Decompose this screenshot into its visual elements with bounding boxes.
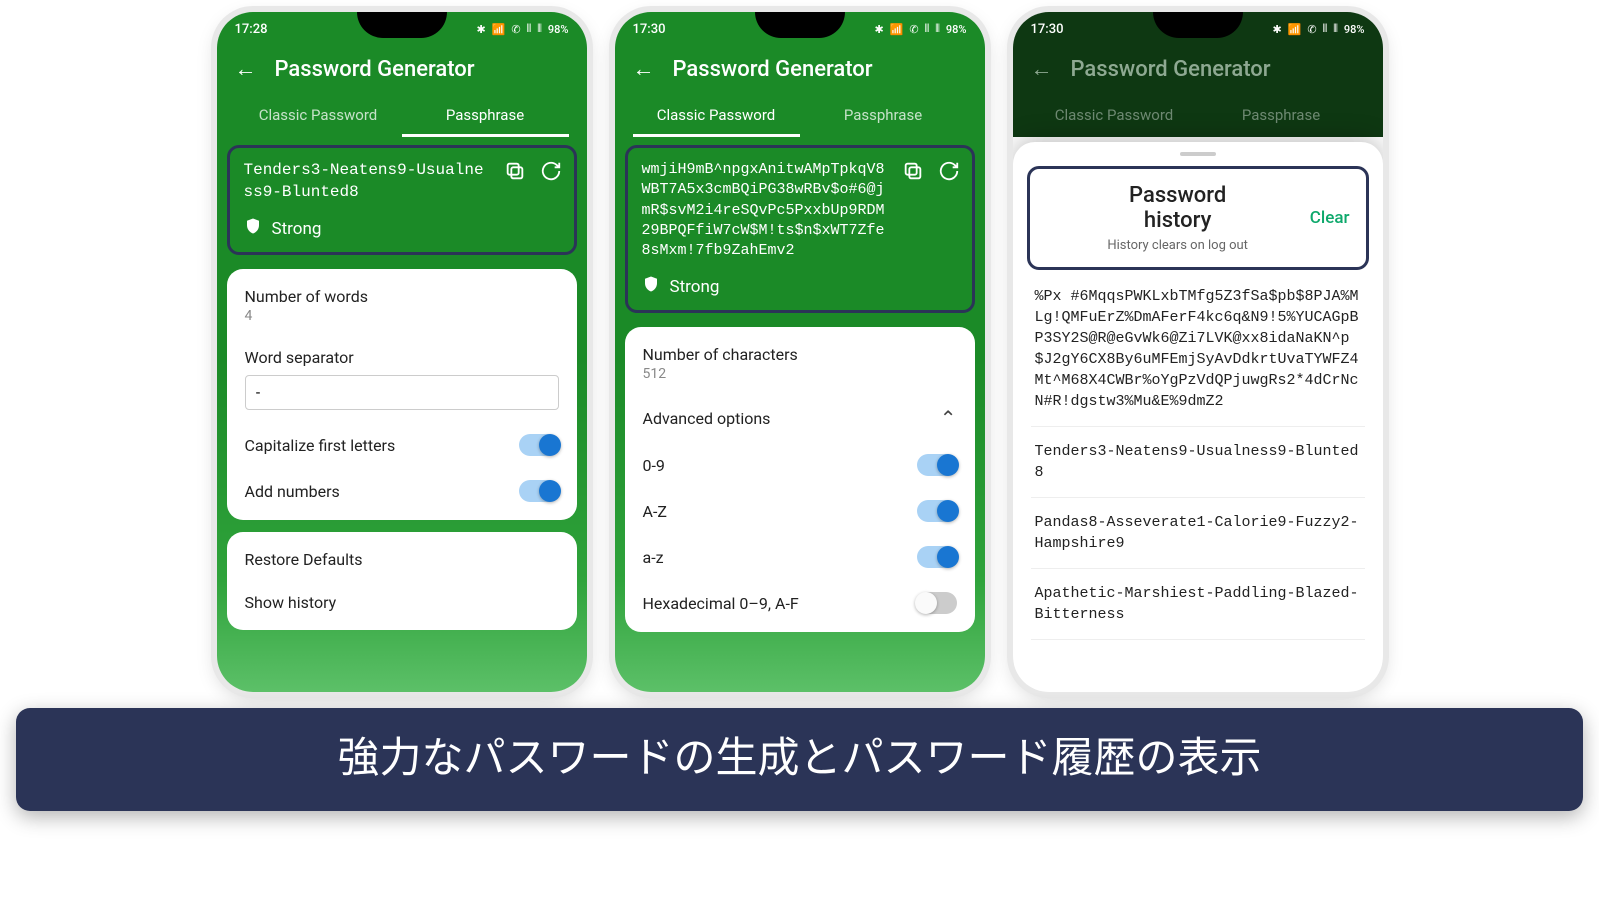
chevron-up-icon: ⌃ <box>940 406 957 430</box>
status-time: 17:28 <box>235 22 268 37</box>
phone-history: 17:30 ✱📶✆⫴⫴ 98% ← Password Generator Cla… <box>1013 12 1383 692</box>
options-card: Number of characters 512 Advanced option… <box>625 327 975 632</box>
tab-passphrase[interactable]: Passphrase <box>1198 96 1365 137</box>
status-bar: 17:30 ✱📶✆⫴⫴ 98% <box>1013 12 1383 46</box>
app-header: ← Password Generator Classic Password Pa… <box>615 46 985 137</box>
tabs: Classic Password Passphrase <box>633 96 967 137</box>
show-history-button[interactable]: Show history <box>227 581 577 624</box>
back-arrow-icon[interactable]: ← <box>235 56 257 82</box>
option-lowercase-toggle[interactable] <box>917 546 957 568</box>
app-header: ← Password Generator Classic Password Pa… <box>217 46 587 137</box>
option-digits-row: 0-9 <box>625 442 975 488</box>
page-title: Password Generator <box>1071 57 1271 82</box>
notch <box>357 12 447 38</box>
option-uppercase-row: A-Z <box>625 488 975 534</box>
content-area: wmjiH9mB^npgxAnitwAMpTpkqV8WBT7A5x3cmBQi… <box>615 137 985 692</box>
history-item[interactable]: %Px #6MqqsPWKLxbTMfg5Z3fSa$pb$8PJA%MLg!Q… <box>1031 282 1365 427</box>
phone-passphrase: 17:28 ✱📶✆⫴⫴ 98% ← Password Generator Cla… <box>217 12 587 692</box>
history-header: Passwordhistory History clears on log ou… <box>1027 166 1369 270</box>
app-header-dimmed: ← Password Generator Classic Password Pa… <box>1013 46 1383 137</box>
back-arrow-icon[interactable]: ← <box>1031 56 1053 82</box>
status-bar: 17:28 ✱📶✆⫴⫴ 98% <box>217 12 587 46</box>
separator-input[interactable] <box>245 375 559 410</box>
copy-icon[interactable] <box>902 160 924 186</box>
history-title-block: Passwordhistory History clears on log ou… <box>1046 183 1310 253</box>
refresh-icon[interactable] <box>540 160 562 186</box>
tab-classic[interactable]: Classic Password <box>633 96 800 137</box>
content-area: Tenders3-Neatens9-Usualness9-Blunted8 St… <box>217 137 587 692</box>
tabs: Classic Password Passphrase <box>1031 96 1365 137</box>
drag-handle[interactable] <box>1180 152 1216 156</box>
actions-card: Restore Defaults Show history <box>227 532 577 630</box>
separator-field: Word separator <box>227 336 577 422</box>
copy-icon[interactable] <box>504 160 526 186</box>
status-time: 17:30 <box>633 22 666 37</box>
page-title: Password Generator <box>275 57 475 82</box>
num-words-field[interactable]: Number of words 4 <box>227 275 577 336</box>
capitalize-toggle-row: Capitalize first letters <box>227 422 577 468</box>
add-numbers-toggle[interactable] <box>519 480 559 502</box>
advanced-options-toggle[interactable]: Advanced options ⌃ <box>625 394 975 442</box>
tab-passphrase[interactable]: Passphrase <box>402 96 569 137</box>
page-title: Password Generator <box>673 57 873 82</box>
status-bar: 17:30 ✱📶✆⫴⫴ 98% <box>615 12 985 46</box>
tab-classic[interactable]: Classic Password <box>235 96 402 137</box>
generated-output: wmjiH9mB^npgxAnitwAMpTpkqV8WBT7A5x3cmBQi… <box>625 145 975 313</box>
history-item[interactable]: Tenders3-Neatens9-Usualness9-Blunted8 <box>1031 427 1365 498</box>
shield-icon <box>642 275 660 298</box>
phone-classic: 17:30 ✱📶✆⫴⫴ 98% ← Password Generator Cla… <box>615 12 985 692</box>
generated-output: Tenders3-Neatens9-Usualness9-Blunted8 St… <box>227 145 577 255</box>
caption-banner: 強力なパスワードの生成とパスワード履歴の表示 <box>16 708 1583 811</box>
back-arrow-icon[interactable]: ← <box>633 56 655 82</box>
option-digits-toggle[interactable] <box>917 454 957 476</box>
history-item[interactable]: Pandas8-Asseverate1-Calorie9-Fuzzy2-Hamp… <box>1031 498 1365 569</box>
status-icons: ✱📶✆⫴⫴ 98% <box>1271 22 1365 36</box>
clear-button[interactable]: Clear <box>1310 208 1350 228</box>
capitalize-toggle[interactable] <box>519 434 559 456</box>
notch <box>1153 12 1243 38</box>
tab-classic[interactable]: Classic Password <box>1031 96 1198 137</box>
strength-label: Strong <box>670 277 720 297</box>
refresh-icon[interactable] <box>938 160 960 186</box>
tabs: Classic Password Passphrase <box>235 96 569 137</box>
history-item[interactable]: Apathetic-Marshiest-Paddling-Blazed-Bitt… <box>1031 569 1365 640</box>
restore-defaults-button[interactable]: Restore Defaults <box>227 538 577 581</box>
option-hex-row: Hexadecimal 0–9, A-F <box>625 580 975 626</box>
option-lowercase-row: a-z <box>625 534 975 580</box>
history-list[interactable]: %Px #6MqqsPWKLxbTMfg5Z3fSa$pb$8PJA%MLg!Q… <box>1027 282 1369 640</box>
num-chars-field[interactable]: Number of characters 512 <box>625 333 975 394</box>
option-hex-toggle[interactable] <box>917 592 957 614</box>
status-icons: ✱📶✆⫴⫴ 98% <box>475 22 569 36</box>
strength-indicator: Strong <box>244 217 560 240</box>
notch <box>755 12 845 38</box>
status-icons: ✱📶✆⫴⫴ 98% <box>873 22 967 36</box>
tab-passphrase[interactable]: Passphrase <box>800 96 967 137</box>
shield-icon <box>244 217 262 240</box>
status-time: 17:30 <box>1031 22 1064 37</box>
strength-indicator: Strong <box>642 275 958 298</box>
add-numbers-toggle-row: Add numbers <box>227 468 577 514</box>
history-sheet: Passwordhistory History clears on log ou… <box>1013 142 1383 692</box>
option-uppercase-toggle[interactable] <box>917 500 957 522</box>
strength-label: Strong <box>272 219 322 239</box>
history-subtitle: History clears on log out <box>1046 238 1310 253</box>
options-card-1: Number of words 4 Word separator Capital… <box>227 269 577 520</box>
